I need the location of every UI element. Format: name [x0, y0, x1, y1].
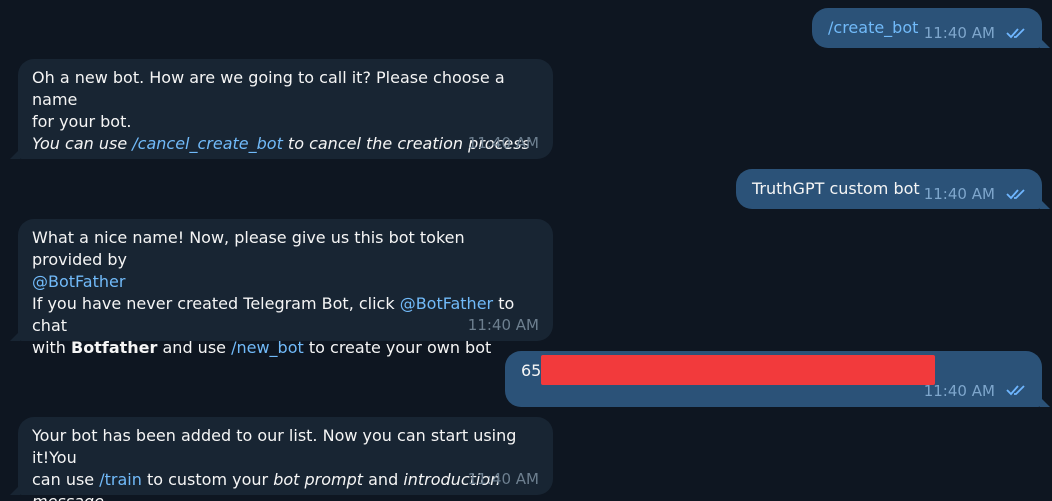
- message-text: You can use: [32, 134, 133, 153]
- message-text-line: Oh a new bot. How are we going to call i…: [32, 68, 505, 109]
- message-time: 11:40 AM: [923, 185, 995, 203]
- message-time: 11:40 AM: [467, 134, 539, 152]
- message-text: to custom your: [141, 470, 274, 489]
- message-incoming-bot-added[interactable]: Your bot has been added to our list. Now…: [10, 417, 553, 501]
- cancel-create-bot-command-link[interactable]: /cancel_create_bot: [132, 134, 283, 153]
- message-text: TruthGPT custom bot: [752, 179, 920, 198]
- message-incoming-token-request[interactable]: What a nice name! Now, please give us th…: [10, 219, 553, 357]
- message-text-line: Your bot has been added to our list. Now…: [32, 426, 517, 467]
- message-incoming-choose-name[interactable]: Oh a new bot. How are we going to call i…: [10, 59, 553, 159]
- message-time: 11:40 AM: [467, 470, 539, 488]
- message-text-line: You can use /cancel_create_bot to cancel…: [32, 133, 539, 155]
- botfather-mention-link[interactable]: @BotFather: [400, 294, 493, 313]
- bubble-tail: [1040, 397, 1050, 407]
- message-text-line: What a nice name! Now, please give us th…: [32, 228, 465, 269]
- message-outgoing-bot-name[interactable]: TruthGPT custom bot 11:40 AM: [736, 169, 1050, 209]
- bubble-tail: [10, 149, 20, 159]
- message-text: If you have never created Telegram Bot, …: [32, 294, 400, 313]
- message-outgoing-bot-token[interactable]: 65 11:40 AM: [505, 351, 1050, 407]
- token-prefix-text: 65: [521, 361, 542, 380]
- message-text-line: If you have never created Telegram Bot, …: [32, 293, 539, 337]
- message-text: /create_bot: [828, 18, 919, 37]
- message-time: 11:40 AM: [923, 381, 995, 400]
- redaction-block: [541, 355, 935, 385]
- message-text: and use: [157, 338, 232, 357]
- double-check-icon: [1006, 380, 1028, 402]
- message-text: bot prompt: [273, 470, 364, 489]
- bubble-tail: [10, 485, 20, 495]
- message-text-line: @BotFather: [32, 271, 539, 293]
- message-text: with: [32, 338, 72, 357]
- chat-history[interactable]: /create_bot 11:40 AM Oh a new bot. How a…: [0, 0, 1052, 501]
- message-outgoing-create-bot[interactable]: /create_bot 11:40 AM: [812, 8, 1050, 48]
- double-check-icon: [1006, 184, 1028, 206]
- message-time: 11:40 AM: [923, 24, 995, 42]
- bubble-tail: [1040, 38, 1050, 48]
- message-text: can use: [32, 470, 100, 489]
- message-text: and: [363, 470, 404, 489]
- bubble-tail: [1040, 199, 1050, 209]
- message-text-line: with Botfather and use /new_bot to creat…: [32, 337, 539, 359]
- message-time: 11:40 AM: [467, 316, 539, 334]
- double-check-icon: [1006, 23, 1028, 45]
- message-text: to create your own bot: [303, 338, 492, 357]
- message-text-line: for your bot.: [32, 112, 132, 131]
- bubble-tail: [10, 331, 20, 341]
- new-bot-command-link[interactable]: /new_bot: [231, 338, 304, 357]
- message-text: Botfather: [71, 338, 158, 357]
- botfather-mention-link[interactable]: @BotFather: [32, 272, 125, 291]
- train-command-link[interactable]: /train: [99, 470, 142, 489]
- message-text-line: can use /train to custom your bot prompt…: [32, 469, 539, 501]
